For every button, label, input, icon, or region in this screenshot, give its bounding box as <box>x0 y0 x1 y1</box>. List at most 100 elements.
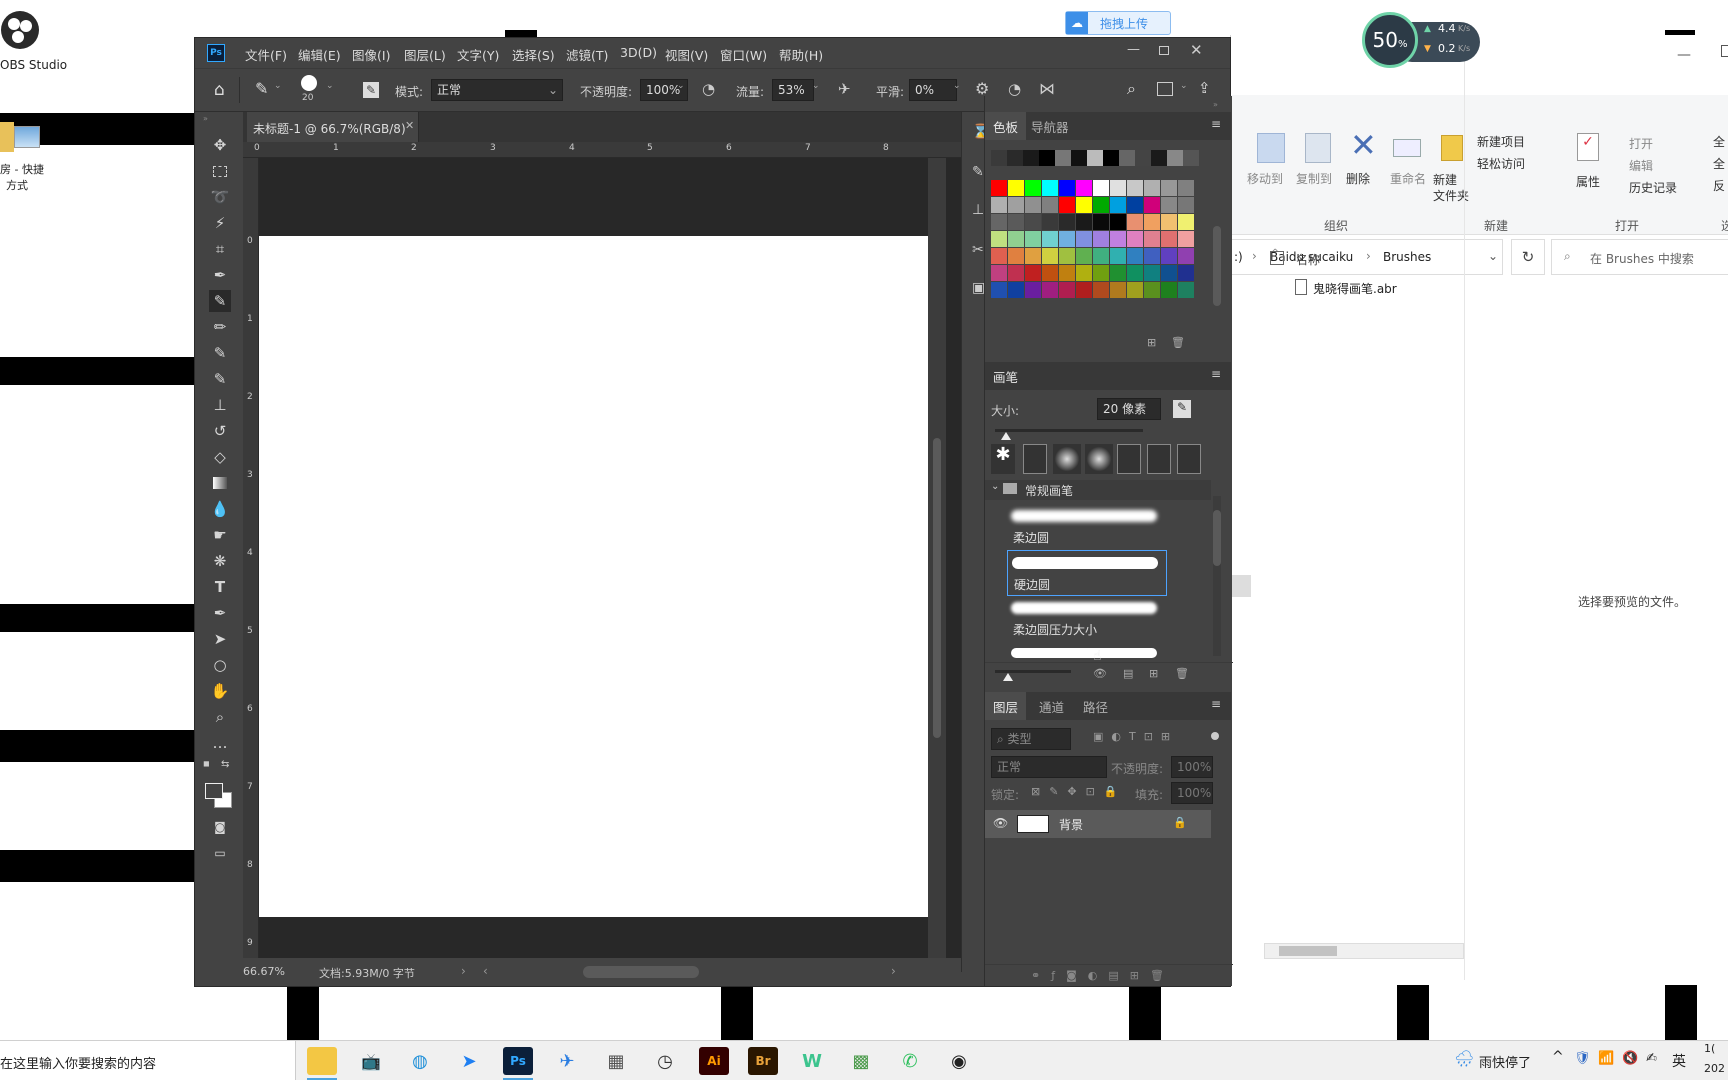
swatch[interactable] <box>1119 150 1135 166</box>
edge-icon[interactable]: ◍ <box>405 1047 435 1075</box>
eye-icon[interactable]: 👁 <box>993 816 1008 830</box>
swatch[interactable] <box>1127 214 1143 230</box>
shortcut-desktop-icon[interactable] <box>0 118 42 154</box>
recent-brush-2[interactable] <box>1023 444 1047 474</box>
minimize-icon[interactable]: — <box>1127 42 1140 57</box>
brush-hard-round[interactable]: 硬边圆 <box>1007 550 1167 596</box>
brush-settings-panel-icon[interactable]: ✎ <box>972 164 984 180</box>
swatch[interactable] <box>1144 248 1160 264</box>
bilibili-icon[interactable]: 📺 <box>356 1047 386 1075</box>
brush-size-slider[interactable] <box>995 429 1143 432</box>
swatch[interactable] <box>1110 248 1126 264</box>
swatch[interactable] <box>1008 248 1024 264</box>
select-all-checkbox[interactable] <box>1270 251 1284 265</box>
select-all-button[interactable]: 全 <box>1713 133 1725 150</box>
brush-settings-icon[interactable]: ✎ <box>363 82 379 98</box>
screen-mode-icon[interactable]: ▭ <box>209 842 231 864</box>
lock-icons[interactable]: ⊠✎✥⊡🔒 <box>1031 785 1127 798</box>
new-item-button[interactable]: 新建项目 <box>1477 133 1525 150</box>
layer-filter-select[interactable]: ⌕ 类型 <box>991 728 1071 750</box>
swatch[interactable] <box>1144 231 1160 247</box>
eyedropper-icon[interactable]: ✒ <box>209 264 231 286</box>
illustrator-taskbar-icon[interactable]: Ai <box>699 1047 729 1075</box>
ime-indicator[interactable]: 英 <box>1672 1051 1686 1071</box>
history-button[interactable]: 历史记录 <box>1629 179 1677 196</box>
new-swatch-icon[interactable]: ⊞ <box>1147 336 1156 349</box>
scroll-thumb[interactable] <box>1279 946 1337 956</box>
swatch[interactable] <box>1008 265 1024 281</box>
slider-handle-icon[interactable] <box>1003 673 1013 681</box>
taskbar-search[interactable]: 在这里输入你要搜索的内容 <box>0 1041 296 1080</box>
wps-taskbar-icon[interactable]: W <box>797 1047 827 1075</box>
chevron-down-icon[interactable]: ⌄ <box>991 481 999 492</box>
scroll-right-icon[interactable]: › <box>891 964 896 978</box>
recent-brush-soft-2[interactable] <box>1085 444 1113 474</box>
swatch[interactable] <box>1144 265 1160 281</box>
recent-brush-soft[interactable] <box>1053 444 1081 474</box>
menu-image[interactable]: 图像(I) <box>352 45 390 64</box>
menu-help[interactable]: 帮助(H) <box>779 45 823 64</box>
trash-icon[interactable]: 🗑 <box>1175 667 1189 680</box>
file-item[interactable]: 鬼晓得画笔.abr <box>1313 280 1397 297</box>
swatch[interactable] <box>1008 231 1024 247</box>
default-colors-icon[interactable]: ◼ <box>203 759 210 768</box>
trash-icon[interactable]: 🗑 <box>1171 336 1185 349</box>
image-viewer-icon[interactable]: ▩ <box>846 1047 876 1075</box>
chevron-down-icon[interactable]: ⌄ <box>1488 249 1498 263</box>
weather-text[interactable]: 雨快停了 <box>1479 1052 1531 1071</box>
eraser-icon[interactable]: ◇ <box>209 446 231 468</box>
eye-icon[interactable]: 👁 <box>1093 667 1107 680</box>
swatch[interactable] <box>1161 214 1177 230</box>
swatch[interactable] <box>991 231 1007 247</box>
swatch[interactable] <box>1144 197 1160 213</box>
swatch[interactable] <box>1008 282 1024 298</box>
document-canvas[interactable] <box>259 236 928 958</box>
volume-mute-icon[interactable]: 🔇 <box>1622 1051 1638 1066</box>
swatch[interactable] <box>1008 197 1024 213</box>
select-none-button[interactable]: 全 <box>1713 155 1725 172</box>
clock-time[interactable]: 1( <box>1704 1042 1715 1055</box>
swatch[interactable] <box>1110 265 1126 281</box>
swatch[interactable] <box>1059 214 1075 230</box>
menu-type[interactable]: 文字(Y) <box>457 45 499 64</box>
menu-edit[interactable]: 编辑(E) <box>298 45 341 64</box>
breadcrumb-drive[interactable]: :) <box>1234 250 1243 264</box>
mixer-brush-icon[interactable]: ✎ <box>209 342 231 364</box>
maximize-icon[interactable] <box>1159 46 1169 55</box>
swatch[interactable] <box>1042 231 1058 247</box>
swatch[interactable] <box>1178 214 1194 230</box>
chevron-down-icon[interactable]: ⌄ <box>1180 81 1188 91</box>
file-explorer-taskbar-icon[interactable] <box>307 1047 337 1075</box>
swatch[interactable] <box>1151 150 1167 166</box>
maximize-icon[interactable] <box>1721 45 1728 57</box>
swatch[interactable] <box>1110 180 1126 196</box>
scroll-left-icon[interactable]: ‹ <box>483 964 488 978</box>
swatch[interactable] <box>1093 180 1109 196</box>
refresh-icon[interactable]: ↻ <box>1511 239 1545 275</box>
invert-selection-button[interactable]: 反 <box>1713 177 1725 194</box>
swatch[interactable] <box>1007 150 1023 166</box>
weather-icon[interactable]: 🌧 <box>1454 1049 1474 1068</box>
swatch[interactable] <box>1023 150 1039 166</box>
swatch[interactable] <box>1042 180 1058 196</box>
swatch[interactable] <box>1161 248 1177 264</box>
swatch[interactable] <box>1178 231 1194 247</box>
recent-brush-splatter[interactable]: ✱ <box>991 444 1015 474</box>
brush-size-field[interactable]: 20 像素 <box>1097 398 1161 420</box>
tool-presets-panel-icon[interactable]: ✂ <box>972 242 984 258</box>
brush-tool-preset-icon[interactable]: ✎ <box>255 79 268 98</box>
menu-filter[interactable]: 滤镜(T) <box>566 45 608 64</box>
delete-button[interactable]: 删除 <box>1346 170 1370 187</box>
brush-soft-round-pressure[interactable]: 柔边圆压力大小 <box>1007 596 1167 642</box>
brush-list-scrollbar[interactable] <box>1213 496 1221 656</box>
swatch[interactable] <box>1042 282 1058 298</box>
swatch[interactable] <box>1093 231 1109 247</box>
swatch[interactable] <box>991 180 1007 196</box>
swatch[interactable] <box>1076 282 1092 298</box>
chevron-down-icon[interactable]: ⌄ <box>326 81 334 91</box>
swatch[interactable] <box>1025 197 1041 213</box>
swatch[interactable] <box>1127 231 1143 247</box>
horizontal-scrollbar[interactable] <box>1264 943 1464 959</box>
swatch[interactable] <box>1161 197 1177 213</box>
close-tab-icon[interactable]: ✕ <box>405 119 414 132</box>
